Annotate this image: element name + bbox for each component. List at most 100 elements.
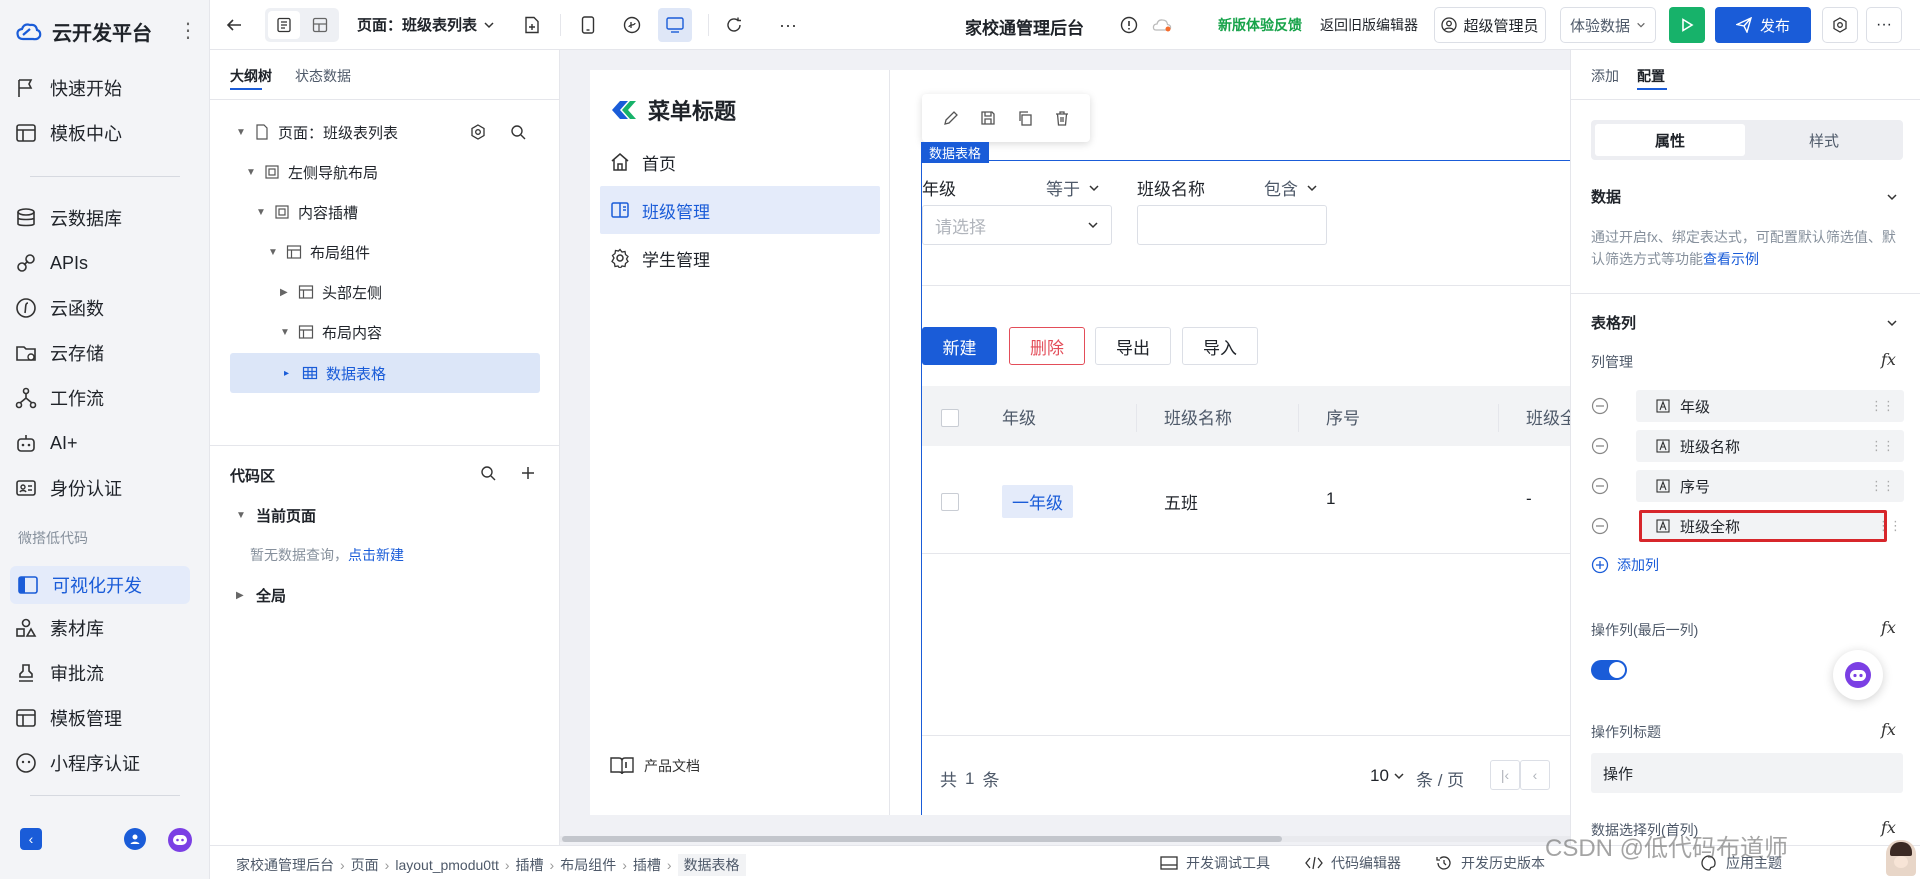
tree-node-layout-content[interactable]: ▼ 布局内容 [280,312,382,352]
delete-trash-icon[interactable] [1054,110,1070,126]
save-icon[interactable] [980,110,996,126]
nav-item-template-mgmt[interactable]: 模板管理 [14,700,122,736]
mobile-preview-icon[interactable] [576,13,600,37]
cloud-sync-icon[interactable] [1150,14,1174,36]
app-logo[interactable]: 云开发平台 [14,17,152,46]
tree-node-left-nav-layout[interactable]: ▼ 左侧导航布局 [246,152,378,192]
grade-select[interactable]: 请选择 [922,205,1112,245]
code-current-page[interactable]: ▼ 当前页面 [236,505,316,526]
nav-item-functions[interactable]: 云函数 [14,290,104,326]
code-add-icon[interactable] [518,463,538,483]
remove-circle-icon[interactable] [1591,477,1609,495]
export-button[interactable]: 导出 [1095,327,1171,365]
nav-item-quickstart[interactable]: 快速开始 [14,70,122,106]
layout-view-icon[interactable] [304,11,336,39]
code-search-icon[interactable] [478,463,498,483]
operation-title-input[interactable]: 操作 [1591,753,1903,793]
miniprogram-preview-icon[interactable] [620,13,644,37]
nav-item-workflow[interactable]: 工作流 [14,380,104,416]
page-selector[interactable]: 页面：班级表列表 [357,14,495,35]
dev-debug-tool[interactable]: 开发调试工具 [1160,853,1270,873]
view-example-link[interactable]: 查看示例 [1703,251,1759,267]
breadcrumb-item[interactable]: 布局组件 [560,855,616,875]
column-chip[interactable]: 班级名称 ⋮⋮ [1636,430,1904,462]
nav-item-storage[interactable]: 云存储 [14,335,104,371]
topbar-more-icon[interactable]: ··· [1866,7,1902,43]
tab-config[interactable]: 配置 [1637,66,1665,86]
preview-menu-home[interactable]: 首页 [610,142,676,182]
fx-icon[interactable]: fx [1881,720,1896,739]
admin-button[interactable]: 超级管理员 [1434,7,1546,43]
filter-operator-equals[interactable]: 等于 [1046,175,1100,200]
class-name-input[interactable] [1137,205,1327,245]
column-header-class-name[interactable]: 班级名称 [1164,404,1232,429]
tree-node-data-table[interactable]: ▸ 数据表格 [284,353,386,393]
more-options-icon[interactable]: ··· [776,13,800,37]
nav-item-ai[interactable]: AI+ [14,425,78,461]
tree-node-layout-component[interactable]: ▼ 布局组件 [268,232,370,272]
tab-outline-tree[interactable]: 大纲树 [230,66,272,86]
run-play-icon[interactable] [1669,7,1705,43]
drag-handle-icon[interactable]: ⋮⋮ [1870,398,1895,414]
nav-item-miniprogram[interactable]: 小程序认证 [14,745,140,781]
nav-item-approval[interactable]: 审批流 [14,655,104,691]
column-header-class-fullname[interactable]: 班级全 [1526,404,1570,429]
history-version-tool[interactable]: 开发历史版本 [1435,853,1545,873]
fx-icon[interactable]: fx [1881,818,1896,837]
breadcrumb-item[interactable]: 数据表格 [677,854,746,876]
breadcrumb-item[interactable]: 插槽 [516,855,544,875]
page-view-icon[interactable] [268,11,300,39]
experience-data-dropdown[interactable]: 体验数据 [1560,7,1656,43]
collapse-nav-icon[interactable]: ‹ [20,828,42,850]
code-global[interactable]: ▶ 全局 [236,585,286,606]
edit-pencil-icon[interactable] [943,110,959,126]
code-editor-tool[interactable]: 代码编辑器 [1305,853,1401,873]
preview-menu-student-mgmt[interactable]: 学生管理 [610,238,710,278]
user-avatar-icon[interactable] [124,828,146,850]
subtab-properties[interactable]: 属性 [1595,124,1745,156]
new-page-icon[interactable] [520,13,544,37]
select-all-checkbox[interactable] [941,409,959,427]
tab-add[interactable]: 添加 [1591,66,1619,86]
tree-node-content-slot[interactable]: ▼ 内容插槽 [256,192,358,232]
import-button[interactable]: 导入 [1182,327,1258,365]
nav-item-visual-dev[interactable]: 可视化开发 [10,566,190,604]
remove-circle-icon[interactable] [1591,517,1609,535]
back-arrow-icon[interactable] [222,13,246,37]
preview-menu-class-mgmt[interactable]: 班级管理 [610,190,710,230]
breadcrumb-item[interactable]: 插槽 [633,855,661,875]
column-header-grade[interactable]: 年级 [1002,404,1036,429]
nav-item-assets[interactable]: 素材库 [14,610,104,646]
drag-handle-icon[interactable]: ⋮⋮ [1870,438,1895,454]
tree-node-header-left[interactable]: ▶ 头部左侧 [280,272,382,312]
column-chip[interactable]: 年级 ⋮⋮ [1636,390,1904,422]
fx-icon[interactable]: fx [1881,618,1896,637]
feedback-link[interactable]: 新版体验反馈 [1218,15,1302,35]
nav-item-auth[interactable]: 身份认证 [14,470,122,506]
nav-item-templates[interactable]: 模板中心 [14,115,122,151]
product-docs-link[interactable]: 产品文档 [610,756,700,776]
first-page-icon[interactable]: |‹ [1490,760,1520,790]
column-header-seq[interactable]: 序号 [1326,404,1360,429]
operation-column-toggle[interactable] [1591,660,1627,680]
remove-circle-icon[interactable] [1591,397,1609,415]
filter-operator-contains[interactable]: 包含 [1264,175,1318,200]
assistant-icon[interactable] [168,828,192,852]
old-editor-link[interactable]: 返回旧版编辑器 [1320,15,1418,35]
subtab-style[interactable]: 样式 [1749,124,1899,156]
create-query-link[interactable]: 点击新建 [348,545,404,565]
delete-button[interactable]: 删除 [1009,327,1085,365]
page-size-select[interactable]: 10 [1370,766,1405,786]
publish-button[interactable]: 发布 [1715,7,1811,43]
fx-icon[interactable]: fx [1881,350,1896,369]
settings-hex-icon[interactable] [1822,7,1858,43]
prev-page-icon[interactable]: ‹ [1520,760,1550,790]
page-settings-icon[interactable] [468,122,488,142]
column-chip[interactable]: 序号 ⋮⋮ [1636,470,1904,502]
breadcrumb-item[interactable]: layout_pmodu0tt [395,857,499,873]
app-more-icon[interactable]: ⋮ [178,18,198,43]
copy-icon[interactable] [1017,110,1033,126]
create-button[interactable]: 新建 [922,327,997,365]
remove-circle-icon[interactable] [1591,437,1609,455]
ai-assistant-float-icon[interactable] [1833,650,1883,700]
